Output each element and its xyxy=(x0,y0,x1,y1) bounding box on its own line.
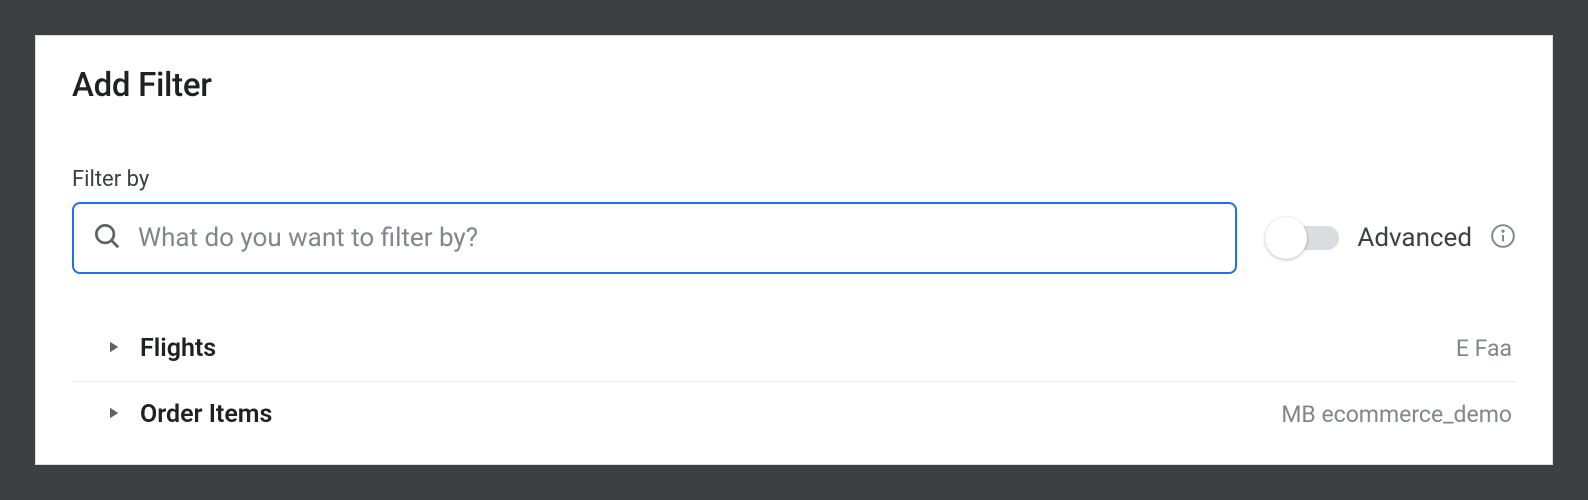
filter-list: Flights E Faa Order Items MB ecommerce_d… xyxy=(72,316,1516,447)
list-item-label: Flights xyxy=(140,334,216,363)
chevron-right-icon xyxy=(104,338,122,360)
advanced-group: Advanced xyxy=(1265,223,1516,253)
chevron-right-icon xyxy=(104,404,122,426)
list-item-meta: MB ecommerce_demo xyxy=(1281,401,1516,428)
search-input[interactable] xyxy=(138,223,1217,253)
panel-title: Add Filter xyxy=(72,66,1516,105)
search-icon xyxy=(92,221,122,255)
advanced-toggle[interactable] xyxy=(1265,226,1339,250)
list-item-meta: E Faa xyxy=(1456,335,1516,362)
info-icon[interactable] xyxy=(1490,223,1516,253)
advanced-label: Advanced xyxy=(1357,223,1472,253)
search-container[interactable] xyxy=(72,202,1237,274)
list-item-order-items[interactable]: Order Items MB ecommerce_demo xyxy=(72,382,1516,447)
filter-by-label: Filter by xyxy=(72,167,1516,192)
list-item-flights[interactable]: Flights E Faa xyxy=(72,316,1516,382)
list-item-label: Order Items xyxy=(140,400,272,429)
filter-row: Advanced xyxy=(72,202,1516,274)
add-filter-panel: Add Filter Filter by Advanced xyxy=(35,35,1553,465)
